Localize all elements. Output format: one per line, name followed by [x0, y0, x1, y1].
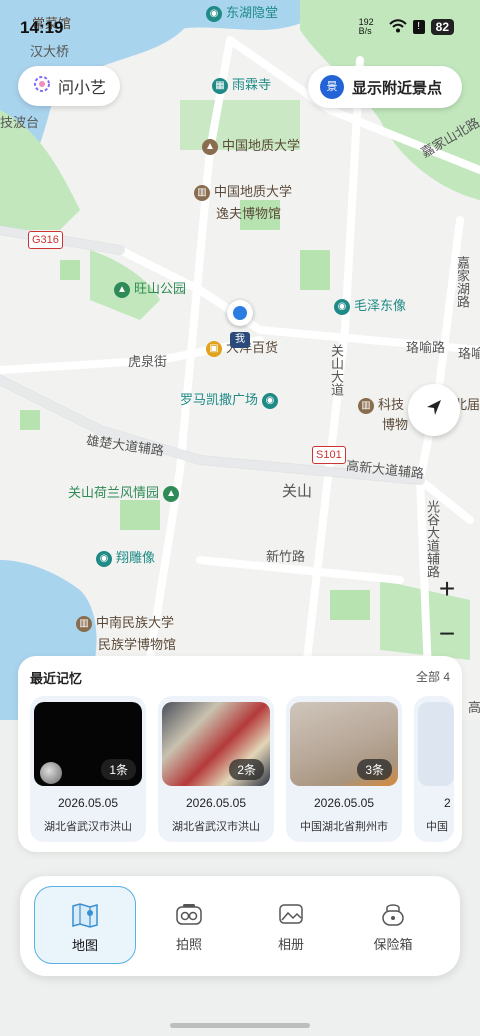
navigation-arrow-icon — [423, 397, 445, 424]
bottom-tab-bar: 地图 拍照 相册 保险箱 — [20, 876, 460, 976]
map-view[interactable]: 常菜馆 ◉ 东湖隐堂 汉大桥 ▦ 雨霖寺 技波台 嘉家山北路 ▲ 中国地质大学 ▥ 中国… — [0, 0, 480, 720]
tab-camera-label: 拍照 — [175, 937, 202, 952]
memory-date: 2026.05.05 — [57, 796, 119, 810]
map-label-wangshan[interactable]: ▲ 旺山公园 — [114, 281, 186, 298]
zoom-controls: + − — [424, 566, 470, 656]
attraction-badge-icon: 景 — [320, 75, 344, 99]
map-label-yulinsi[interactable]: ▦ 雨霖寺 — [212, 77, 271, 94]
map-label-road-e: 嘉家湖路 — [455, 256, 470, 308]
assistant-label: 问小艺 — [58, 80, 107, 97]
avatar — [40, 762, 62, 784]
map-label-minzu-museum: 民族学博物馆 — [98, 637, 177, 652]
map-icon — [70, 901, 100, 929]
memory-location: 中国 — [426, 821, 448, 833]
wifi-icon — [388, 18, 407, 36]
memory-date: 2 — [444, 796, 451, 810]
map-label-minzu[interactable]: ▥ 中南民族大学 — [76, 615, 174, 632]
assistant-icon — [32, 74, 52, 99]
map-label-roma[interactable]: 罗马凯撒广场 ◉ — [180, 392, 282, 409]
map-label-xinzhu: 新竹路 — [266, 549, 306, 564]
nearby-attractions-label: 显示附近景点 — [352, 79, 443, 97]
assistant-button[interactable]: 问小艺 — [18, 66, 121, 106]
status-icons: 192 B/s ! 82 — [359, 18, 454, 36]
tab-camera[interactable]: 拍照 — [138, 886, 240, 964]
map-label-gao: 高 — [468, 700, 480, 715]
memory-location: 湖北省武汉市洪山 — [44, 821, 132, 833]
memory-date: 2026.05.05 — [185, 796, 247, 810]
map-label-guanshan: 关山 — [282, 483, 313, 500]
zoom-out-button[interactable]: − — [424, 611, 470, 656]
tab-map[interactable]: 地图 — [34, 886, 136, 964]
map-label-museum-2: 逸夫博物馆 — [216, 206, 282, 221]
camera-icon — [174, 900, 204, 928]
map-label-lotus[interactable]: 关山荷兰风情园 ▲ — [68, 485, 183, 502]
map-label-keji[interactable]: ▥ 科技 — [358, 397, 404, 414]
map-label-s101: S101 — [312, 446, 346, 464]
album-icon — [276, 900, 306, 928]
memory-thumbnail — [418, 702, 454, 786]
map-label-mao[interactable]: ◉ 毛泽东像 — [334, 298, 406, 315]
memory-thumbnail: 1条 — [34, 702, 142, 786]
memory-card[interactable]: 2 中国 — [414, 696, 454, 842]
tab-safe-label: 保险箱 — [373, 937, 413, 952]
map-label-dibodai: 技波台 — [0, 115, 40, 130]
map-label-museum[interactable]: ▥ 中国地质大学 — [194, 184, 292, 201]
memory-cards: 1条 2026.05.05 湖北省武汉市洪山 2条 2026.05.05 湖北省… — [30, 696, 454, 842]
tab-album-label: 相册 — [277, 937, 304, 952]
safe-icon — [378, 900, 408, 928]
map-label-g316: G316 — [28, 231, 63, 249]
memory-location: 中国湖北省荆州市 — [300, 821, 388, 833]
memories-title: 最近记忆 — [30, 671, 83, 686]
memory-thumbnail: 3条 — [290, 702, 398, 786]
map-label-luoyu-2: 珞喻 — [458, 346, 480, 361]
map-label-bowu: 博物 — [382, 417, 409, 432]
home-indicator[interactable] — [170, 1023, 310, 1028]
tab-map-label: 地图 — [71, 938, 98, 953]
map-label-hupuan: 虎泉街 — [128, 354, 168, 369]
memory-count: 3条 — [357, 759, 392, 780]
alert-icon: ! — [412, 20, 425, 34]
status-time: 14:19 — [20, 18, 64, 37]
memory-date: 2026.05.05 — [313, 796, 375, 810]
memory-count: 1条 — [101, 759, 136, 780]
memory-count: 2条 — [229, 759, 264, 780]
map-label-luoyu: 珞喻路 — [406, 340, 446, 355]
me-label: 我 — [230, 332, 250, 348]
recent-memories-panel: 最近记忆 全部 4 1条 2026.05.05 湖北省武汉市洪山 2条 2026… — [18, 656, 462, 852]
current-location-marker[interactable] — [227, 300, 253, 326]
zoom-in-button[interactable]: + — [424, 566, 470, 611]
tab-safe[interactable]: 保险箱 — [342, 886, 444, 964]
view-all-link[interactable]: 全部 4 — [416, 668, 450, 685]
battery-indicator: 82 — [430, 19, 454, 35]
map-label-cug[interactable]: ▲ 中国地质大学 — [202, 138, 300, 155]
tab-album[interactable]: 相册 — [240, 886, 342, 964]
memory-card[interactable]: 2条 2026.05.05 湖北省武汉市洪山 — [158, 696, 274, 842]
map-label-xiangdiao[interactable]: ◉ 翔雕像 — [96, 550, 155, 567]
memory-location: 湖北省武汉市洪山 — [172, 821, 260, 833]
status-bar: 14:19 192 B/s ! 82 — [0, 0, 480, 52]
network-speed: 192 B/s — [358, 17, 374, 36]
nearby-attractions-button[interactable]: 景 显示附近景点 — [308, 66, 462, 108]
map-label-guanshan-ave: 关山大道 — [329, 344, 344, 396]
memory-card[interactable]: 1条 2026.05.05 湖北省武汉市洪山 — [30, 696, 146, 842]
map-canvas — [0, 0, 480, 720]
memory-card[interactable]: 3条 2026.05.05 中国湖北省荆州市 — [286, 696, 402, 842]
memory-thumbnail: 2条 — [162, 702, 270, 786]
locate-button[interactable] — [408, 384, 460, 436]
